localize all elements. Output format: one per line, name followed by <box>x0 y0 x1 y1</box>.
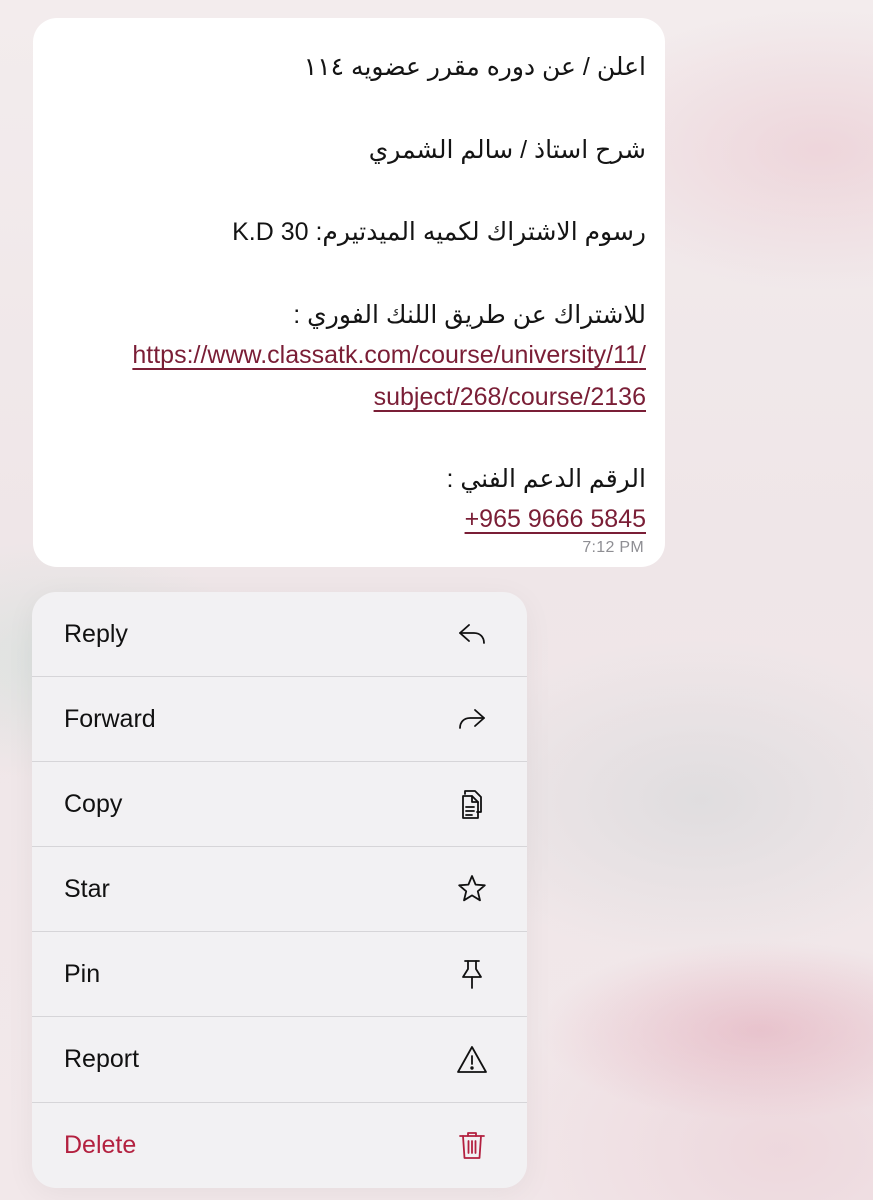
menu-item-report[interactable]: Report <box>32 1017 527 1103</box>
menu-item-delete[interactable]: Delete <box>32 1103 527 1188</box>
menu-item-star[interactable]: Star <box>32 847 527 933</box>
menu-item-label: Delete <box>64 1130 137 1159</box>
message-bubble: اعلن / عن دوره مقرر عضويه ١١٤ شرح استاذ … <box>33 18 665 567</box>
phone-number-link[interactable]: +965 9666 5845 <box>465 505 646 533</box>
message-link[interactable]: https://www.classatk.com/course/universi… <box>132 340 646 370</box>
message-timestamp: 7:12 PM <box>582 539 644 556</box>
pin-icon <box>455 957 489 991</box>
copy-icon <box>455 787 489 821</box>
message-line-support: الرقم الدعم الفني : <box>446 465 646 493</box>
trash-icon <box>455 1128 489 1162</box>
message-line-announcement: اعلن / عن دوره مقرر عضويه ١١٤ <box>303 53 646 81</box>
menu-item-label: Forward <box>64 704 156 733</box>
star-icon <box>455 872 489 906</box>
context-menu: Reply Forward Copy Star Pin Report Delet… <box>32 592 527 1188</box>
message-link-part-2[interactable]: subject/268/course/2136 <box>374 383 646 411</box>
reply-icon <box>455 617 489 651</box>
menu-item-label: Star <box>64 874 110 903</box>
menu-item-label: Copy <box>64 789 123 818</box>
warning-icon <box>455 1043 489 1077</box>
message-line-subscribe: للاشتراك عن طريق اللنك الفوري : <box>293 301 646 329</box>
message-link-continued[interactable]: subject/268/course/2136 <box>374 382 646 412</box>
menu-item-forward[interactable]: Forward <box>32 677 527 763</box>
message-link-part-1[interactable]: https://www.classatk.com/course/universi… <box>132 341 646 369</box>
forward-icon <box>455 702 489 736</box>
menu-item-label: Report <box>64 1045 140 1074</box>
message-line-instructor: شرح استاذ / سالم الشمري <box>368 136 646 164</box>
menu-item-label: Pin <box>64 959 101 988</box>
menu-item-pin[interactable]: Pin <box>32 932 527 1018</box>
menu-item-label: Reply <box>64 619 128 648</box>
menu-item-copy[interactable]: Copy <box>32 762 527 848</box>
message-line-fee: رسوم الاشتراك لكميه الميدتيرم: 30 K.D <box>232 218 646 246</box>
menu-item-reply[interactable]: Reply <box>32 592 527 678</box>
message-phone-link[interactable]: +965 9666 5845 <box>465 504 646 534</box>
